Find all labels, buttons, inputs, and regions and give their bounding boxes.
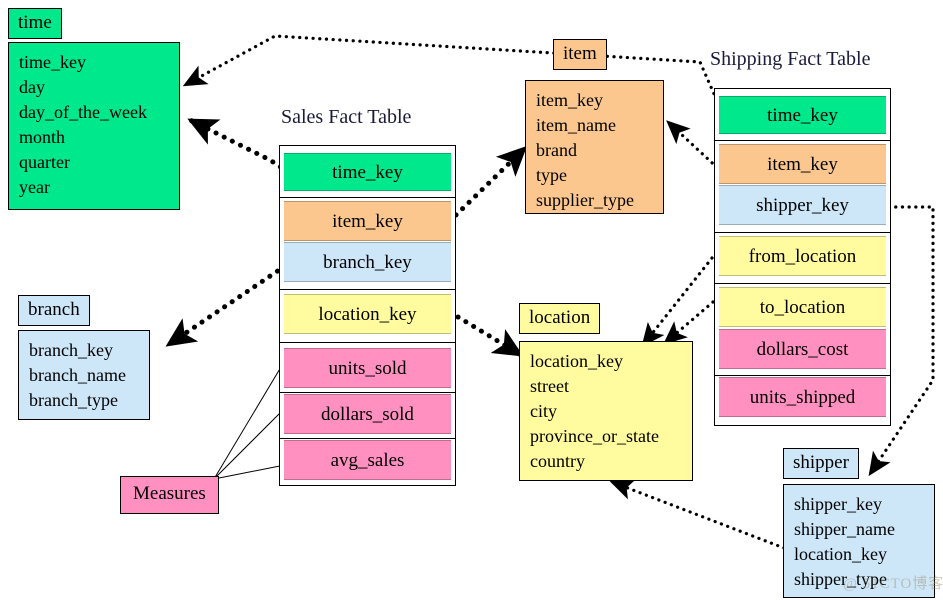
field-branch-1: branch_name bbox=[29, 365, 126, 385]
fact-row-label-sales-3: location_key bbox=[318, 303, 417, 325]
fact-row-sales-2[interactable]: branch_key bbox=[284, 242, 451, 282]
field-item-2: brand bbox=[536, 140, 577, 160]
fact-row-shipping-0[interactable]: time_key bbox=[719, 96, 886, 134]
fact-rowsep-shipping-3 bbox=[715, 375, 890, 376]
fact-row-label-sales-0: time_key bbox=[332, 161, 403, 183]
fact-row-label-sales-1: item_key bbox=[332, 210, 403, 232]
field-location-4: country bbox=[530, 451, 585, 471]
dimension-body-location: location_key street city province_or_sta… bbox=[519, 341, 693, 481]
dimension-title-label-time: time bbox=[18, 12, 52, 33]
fact-row-label-sales-6: avg_sales bbox=[330, 449, 405, 471]
fact-caption-shipping: Shipping Fact Table bbox=[710, 48, 870, 71]
fact-row-label-shipping-2: shipper_key bbox=[756, 194, 849, 216]
fact-row-sales-0[interactable]: time_key bbox=[284, 153, 451, 191]
fact-caption-label-sales: Sales Fact Table bbox=[281, 106, 412, 128]
field-location-3: province_or_state bbox=[530, 426, 659, 446]
field-branch-2: branch_type bbox=[29, 390, 118, 410]
dimension-body-time: time_key day day_of_the_week month quart… bbox=[8, 42, 180, 210]
fact-row-label-shipping-3: from_location bbox=[748, 245, 857, 267]
schema-diagram-canvas: time time_key day day_of_the_week month … bbox=[0, 0, 943, 600]
field-item-3: type bbox=[536, 165, 567, 185]
watermark-label: @ 51CTO博客 bbox=[843, 576, 943, 592]
fact-row-sales-1[interactable]: item_key bbox=[284, 201, 451, 241]
fact-row-shipping-2[interactable]: shipper_key bbox=[719, 185, 886, 225]
field-item-4: supplier_type bbox=[536, 190, 634, 210]
fact-caption-label-shipping: Shipping Fact Table bbox=[710, 48, 871, 70]
dimension-body-branch: branch_key branch_name branch_type bbox=[18, 330, 150, 420]
fact-row-label-shipping-0: time_key bbox=[767, 104, 838, 126]
dimension-title-label-location: location bbox=[529, 307, 591, 328]
field-time-3: month bbox=[19, 127, 66, 147]
fact-rowsep-sales-2 bbox=[280, 342, 455, 343]
field-time-1: day bbox=[19, 77, 45, 97]
field-shipper-2: location_key bbox=[794, 544, 887, 564]
edge-measures-dollars-sold bbox=[213, 411, 282, 480]
fact-row-shipping-6[interactable]: units_shipped bbox=[719, 377, 886, 417]
dimension-title-label-branch: branch bbox=[28, 299, 80, 320]
edge-shipping-tolocation bbox=[663, 300, 715, 345]
fact-row-sales-6[interactable]: avg_sales bbox=[284, 440, 451, 480]
fact-row-label-shipping-4: to_location bbox=[759, 296, 846, 318]
dimension-body-item: item_key item_name brand type supplier_t… bbox=[525, 80, 664, 214]
edge-sales-location bbox=[455, 314, 524, 358]
edge-sales-item bbox=[453, 145, 528, 218]
edge-sales-branch bbox=[165, 263, 288, 348]
fact-row-sales-5[interactable]: dollars_sold bbox=[284, 394, 451, 434]
dimension-title-label-item: item bbox=[563, 43, 597, 64]
edge-shipping-fromlocation bbox=[641, 256, 714, 348]
field-shipper-1: shipper_name bbox=[794, 519, 895, 539]
dimension-title-item: item bbox=[553, 39, 607, 70]
fact-row-label-shipping-1: item_key bbox=[767, 153, 838, 175]
fact-rowsep-sales-1 bbox=[280, 289, 455, 290]
fact-box-sales: time_key item_key branch_key location_ke… bbox=[279, 145, 456, 486]
field-location-0: location_key bbox=[530, 351, 623, 371]
fact-rowsep-shipping-0 bbox=[715, 140, 890, 141]
fact-box-shipping: time_key item_key shipper_key from_locat… bbox=[714, 88, 891, 426]
field-location-1: street bbox=[530, 376, 569, 396]
dimension-title-branch: branch bbox=[18, 295, 90, 326]
dimension-title-time: time bbox=[8, 8, 62, 39]
fact-row-label-shipping-6: units_shipped bbox=[749, 386, 856, 408]
fact-rowsep-shipping-2 bbox=[715, 283, 890, 284]
fact-row-shipping-1[interactable]: item_key bbox=[719, 144, 886, 184]
measures-legend[interactable]: Measures bbox=[120, 476, 219, 514]
fact-row-label-sales-5: dollars_sold bbox=[321, 403, 414, 425]
fact-row-label-sales-4: units_sold bbox=[328, 357, 407, 379]
field-branch-0: branch_key bbox=[29, 340, 113, 360]
fact-rowsep-sales-3 bbox=[280, 392, 455, 393]
edge-shipper-location bbox=[609, 479, 786, 550]
fact-row-shipping-4[interactable]: to_location bbox=[719, 287, 886, 327]
fact-row-sales-4[interactable]: units_sold bbox=[284, 348, 451, 388]
fact-rowsep-shipping-1 bbox=[715, 232, 890, 233]
field-shipper-0: shipper_key bbox=[794, 494, 882, 514]
field-item-1: item_name bbox=[536, 115, 616, 135]
field-time-0: time_key bbox=[19, 52, 86, 72]
edge-measures-units-sold bbox=[213, 366, 282, 480]
fact-rowsep-sales-4 bbox=[280, 438, 455, 439]
fact-row-sales-3[interactable]: location_key bbox=[284, 294, 451, 334]
dimension-title-location: location bbox=[519, 303, 601, 334]
field-time-4: quarter bbox=[19, 152, 70, 172]
fact-rowsep-sales-0 bbox=[280, 197, 455, 198]
fact-row-label-shipping-5: dollars_cost bbox=[756, 338, 849, 360]
measures-legend-label: Measures bbox=[133, 483, 206, 504]
dimension-title-label-shipper: shipper bbox=[793, 452, 849, 473]
edge-sales-time bbox=[187, 117, 291, 175]
dimension-title-shipper: shipper bbox=[783, 448, 859, 479]
field-time-2: day_of_the_week bbox=[19, 102, 147, 122]
field-item-0: item_key bbox=[536, 90, 603, 110]
field-location-2: city bbox=[530, 401, 557, 421]
fact-row-label-sales-2: branch_key bbox=[323, 251, 412, 273]
fact-row-shipping-5[interactable]: dollars_cost bbox=[719, 329, 886, 369]
fact-row-shipping-3[interactable]: from_location bbox=[719, 236, 886, 276]
field-time-5: year bbox=[19, 177, 50, 197]
watermark: @ 51CTO博客 bbox=[843, 572, 943, 593]
fact-caption-sales: Sales Fact Table bbox=[281, 106, 411, 129]
